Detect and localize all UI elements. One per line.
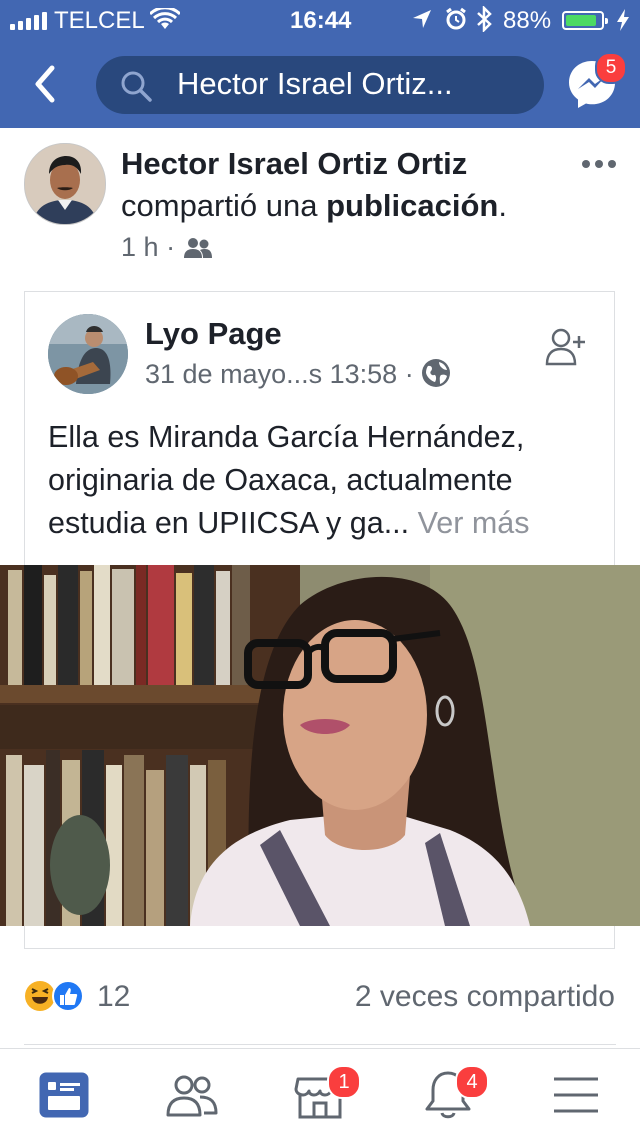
profile-photo [25, 144, 105, 224]
reactions-icons[interactable] [24, 980, 94, 1012]
post-author-name[interactable]: Hector Israel Ortiz Ortiz [121, 146, 467, 182]
post-photo-image [0, 565, 640, 926]
marketplace-badge: 1 [327, 1065, 361, 1099]
clock: 16:44 [290, 7, 352, 34]
charging-bolt-icon [617, 9, 629, 31]
location-arrow-icon [413, 10, 431, 28]
shared-post-text: Ella es Miranda García Hernández, origin… [48, 416, 593, 545]
avatar[interactable] [24, 143, 106, 225]
top-bar: TELCEL 16:44 88% Hector Israel Ortiz... [0, 0, 640, 128]
shared-profile-photo [48, 314, 128, 394]
messenger-badge: 5 [595, 52, 627, 84]
shared-author-name[interactable]: Lyo Page [145, 316, 282, 352]
bottom-tab-bar: 1 4 [0, 1048, 640, 1137]
separator-dot: · [166, 232, 176, 262]
search-bar[interactable]: Hector Israel Ortiz... [96, 56, 544, 114]
add-friend-icon[interactable] [544, 324, 588, 368]
shared-timestamp: 31 de mayo...s 13:58 · [145, 358, 451, 390]
tab-news-feed[interactable] [32, 1063, 96, 1127]
search-text: Hector Israel Ortiz... [177, 66, 453, 101]
shared-time-text: 31 de mayo...s 13:58 [145, 359, 398, 389]
see-more-link[interactable]: Ver más [418, 506, 530, 540]
tab-menu[interactable] [544, 1063, 608, 1127]
divider [24, 1044, 616, 1045]
separator-dot: · [404, 359, 414, 389]
signal-icon [10, 12, 50, 30]
post-photo[interactable] [0, 565, 640, 926]
battery-percent: 88% [503, 7, 552, 34]
carrier-label: TELCEL [54, 7, 145, 34]
post-time-text: 1 h [121, 232, 159, 262]
action-verb: compartió una [121, 188, 318, 223]
post-timestamp: 1 h · [121, 232, 213, 263]
notifications-badge: 4 [455, 1065, 489, 1099]
reaction-count[interactable]: 12 [97, 980, 130, 1014]
bluetooth-icon [477, 6, 492, 32]
post-action-text: compartió una publicación. [121, 188, 507, 224]
friends-icon [183, 238, 212, 258]
alarm-icon [446, 7, 466, 30]
shared-avatar[interactable] [48, 314, 128, 394]
search-icon [121, 71, 152, 102]
shares-count[interactable]: 2 veces compartido [355, 980, 615, 1014]
globe-icon [422, 359, 451, 387]
wifi-icon [150, 8, 180, 29]
tab-friends[interactable] [160, 1063, 224, 1127]
action-object-link[interactable]: publicación [326, 188, 498, 223]
back-button[interactable] [28, 62, 68, 106]
battery-icon [562, 11, 608, 30]
action-suffix: . [498, 188, 507, 223]
